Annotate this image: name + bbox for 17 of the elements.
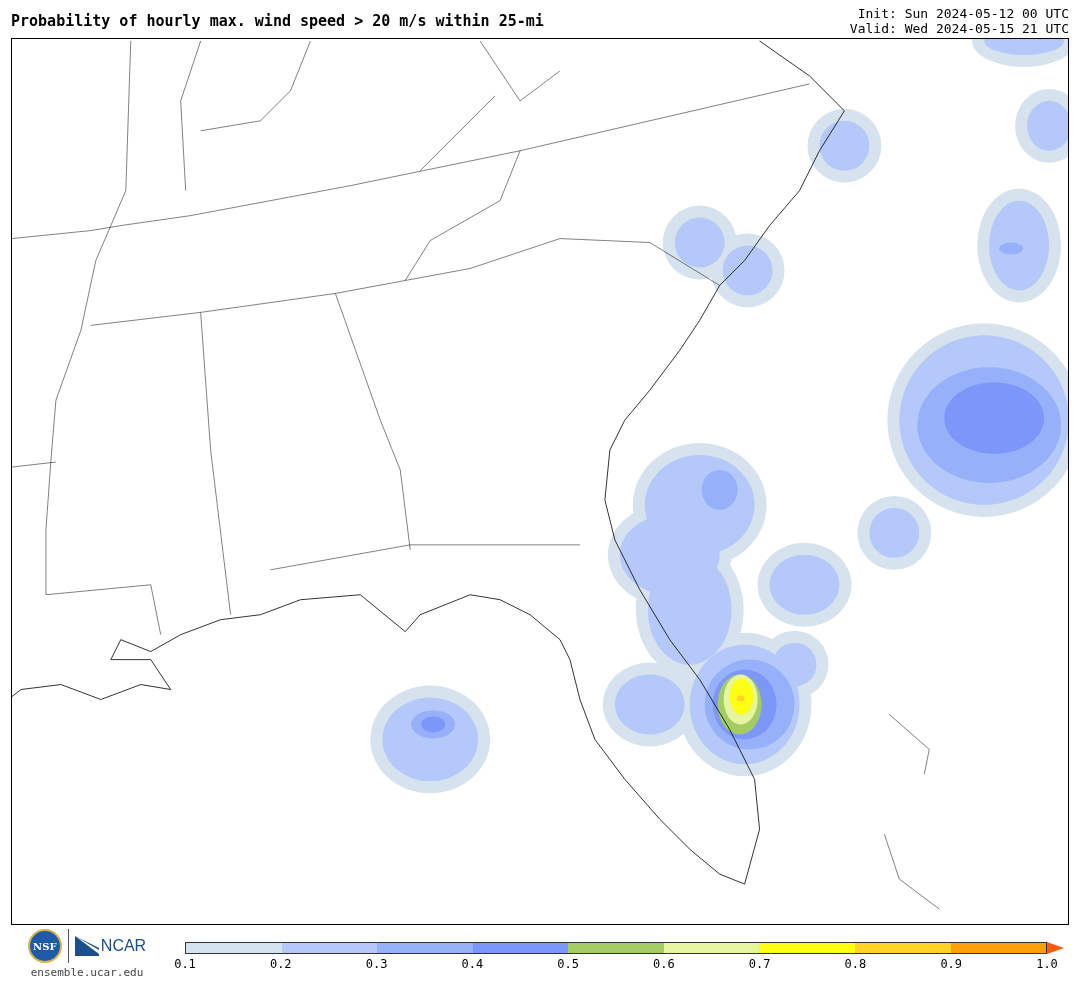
colorbar-tick-label: 0.9: [940, 958, 963, 970]
colorbar-tick-label: 0.8: [844, 958, 867, 970]
ncar-logo: NCAR: [74, 934, 147, 958]
colorbar-tick-label: 0.7: [748, 958, 771, 970]
colorbar-tick-label: 1.0: [1036, 958, 1058, 970]
colorbar-tick-label: 0.2: [269, 958, 292, 970]
colorbar-tick-label: 0.6: [653, 958, 675, 970]
valid-time: Valid: Wed 2024-05-15 21 UTC: [849, 21, 1069, 36]
colorbar-tick-label: 0.3: [365, 958, 388, 970]
map-title: Probability of hourly max. wind speed > 20 m/s within 25-mi: [11, 12, 544, 31]
init-time: Init: Sun 2024-05-12 00 UTC: [857, 6, 1069, 21]
colorbar-tick-label: 0.5: [557, 958, 579, 970]
site-url: ensemble.ucar.edu: [30, 965, 144, 981]
ncar-mark-icon: [74, 936, 99, 956]
colorbar-tick-label: 0.1: [174, 958, 196, 970]
nsf-logo: NSF: [27, 929, 62, 963]
colorbar-tick-label: 0.4: [461, 958, 484, 970]
